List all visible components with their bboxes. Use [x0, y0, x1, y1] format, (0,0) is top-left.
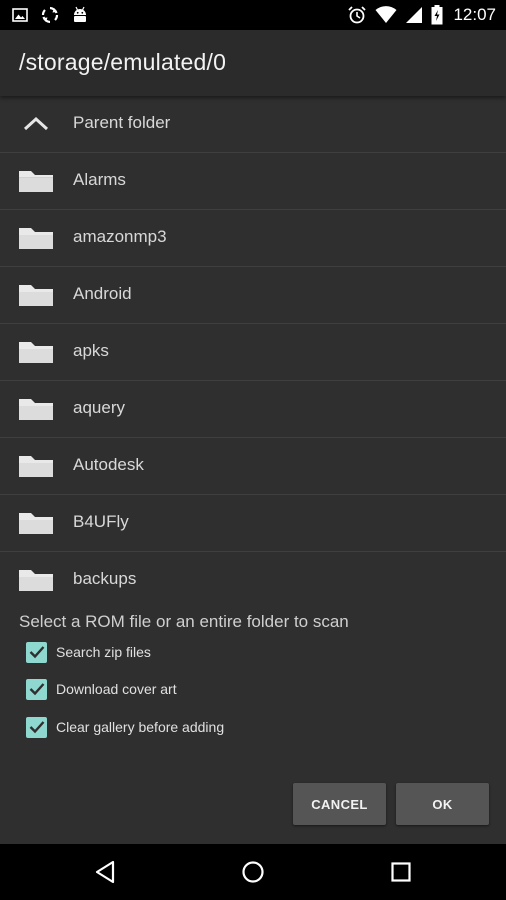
folder-row[interactable]: aquery: [0, 381, 506, 438]
cancel-button[interactable]: CANCEL: [293, 783, 386, 825]
folder-label: B4UFly: [73, 512, 129, 531]
battery-charging-icon: [431, 5, 443, 25]
clear-gallery-checkbox[interactable]: [26, 716, 47, 738]
status-time: 12:07: [453, 5, 496, 24]
search-zip-option[interactable]: Search zip files: [26, 640, 151, 664]
folder-icon: [19, 171, 53, 192]
folder-icon: [19, 570, 53, 591]
home-icon[interactable]: [239, 858, 267, 886]
folder-icon: [19, 228, 53, 249]
dialog-title: /storage/emulated/0: [19, 49, 227, 75]
folder-icon: [19, 399, 53, 420]
status-left-icons: [12, 5, 88, 25]
folder-row[interactable]: amazonmp3: [0, 210, 506, 267]
folder-row[interactable]: Android: [0, 267, 506, 324]
folder-label: amazonmp3: [73, 227, 167, 246]
search-zip-label: Search zip files: [56, 644, 151, 660]
folder-row[interactable]: B4UFly: [0, 495, 506, 552]
status-bar: 12:07: [0, 0, 506, 30]
clear-gallery-label: Clear gallery before adding: [56, 719, 225, 735]
signal-icon: [406, 7, 423, 23]
sync-icon: [41, 6, 59, 24]
recents-icon[interactable]: [387, 858, 415, 886]
folder-label: backups: [73, 569, 137, 588]
folder-label: aquery: [73, 398, 125, 417]
folder-icon: [19, 456, 53, 477]
checkmark-icon: [29, 721, 44, 734]
folder-label: Android: [73, 284, 132, 303]
back-icon[interactable]: [92, 858, 120, 886]
checkmark-icon: [29, 683, 44, 696]
folder-row[interactable]: backups: [0, 552, 506, 608]
image-icon: [12, 8, 28, 22]
folder-label: Alarms: [73, 170, 126, 189]
scan-hint-text: Select a ROM file or an entire folder to…: [19, 612, 349, 631]
wifi-icon: [375, 6, 397, 23]
chevron-up-icon: [23, 116, 49, 131]
clear-gallery-option[interactable]: Clear gallery before adding: [26, 715, 224, 739]
folder-label: apks: [73, 341, 109, 360]
folder-icon: [19, 342, 53, 363]
folder-label: Autodesk: [73, 455, 144, 474]
folder-list: Parent folder Alarms amazonmp3 Android a…: [0, 96, 506, 608]
download-cover-art-option[interactable]: Download cover art: [26, 677, 177, 701]
parent-folder-label: Parent folder: [73, 113, 171, 132]
parent-folder-row[interactable]: Parent folder: [0, 96, 506, 153]
search-zip-checkbox[interactable]: [26, 641, 47, 663]
android-icon: [74, 6, 86, 22]
status-right-icons: 12:07: [347, 5, 496, 25]
download-cover-art-checkbox[interactable]: [26, 678, 47, 700]
folder-row[interactable]: apks: [0, 324, 506, 381]
folder-row[interactable]: Autodesk: [0, 438, 506, 495]
folder-icon: [19, 285, 53, 306]
navigation-bar: [0, 844, 506, 900]
download-cover-art-label: Download cover art: [56, 681, 177, 697]
folder-icon: [19, 513, 53, 534]
folder-row[interactable]: Alarms: [0, 153, 506, 210]
dialog-title-bar: /storage/emulated/0: [0, 30, 506, 96]
checkmark-icon: [29, 646, 44, 659]
ok-button[interactable]: OK: [396, 783, 489, 825]
alarm-icon: [348, 6, 367, 24]
